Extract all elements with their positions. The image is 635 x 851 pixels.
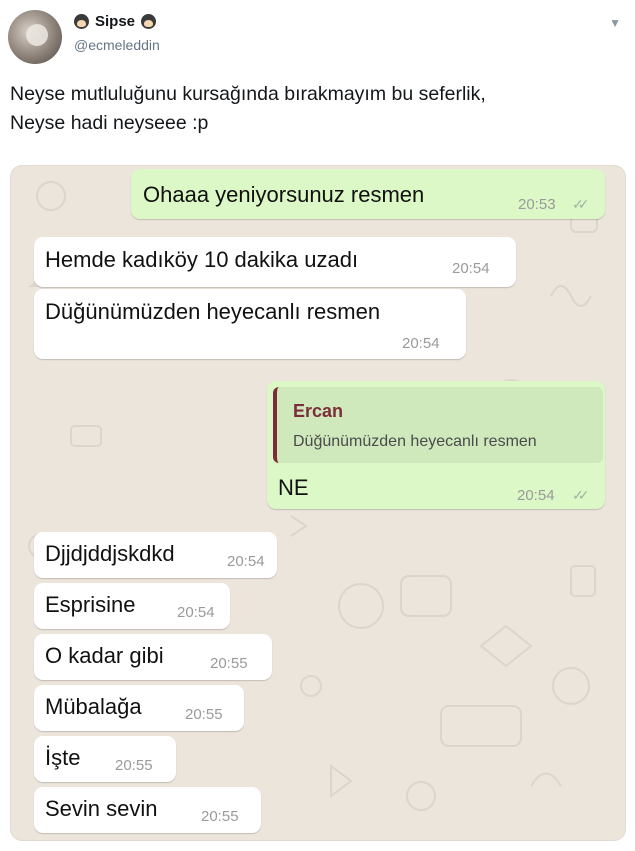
message-text: Mübalağa [45,694,142,719]
message-time: 20:54 [517,487,555,504]
incoming-message-bubble[interactable]: Düğünümüzden heyecanlı resmen 20:54 [34,289,466,359]
incoming-message-bubble[interactable]: Esprisine 20:54 [34,583,230,629]
avatar[interactable] [8,10,62,64]
message-time: 20:54 [452,260,490,277]
message-time: 20:55 [115,757,153,774]
display-name-row[interactable]: Sipse [74,13,157,30]
message-time: 20:55 [185,706,223,723]
message-time: 20:53 [518,196,556,213]
message-text: Sevin sevin [45,796,158,821]
tweet-text: Neyse mutluluğunu kursağında bırakmayım … [10,80,625,138]
emoji-icon [74,14,89,29]
tweet-text-line: Neyse mutluluğunu kursağında bırakmayım … [10,83,486,105]
quoted-sender-name: Ercan [293,401,344,421]
emoji-icon [141,14,157,29]
outgoing-message-bubble[interactable]: Ohaaa yeniyorsunuz resmen 20:53 ✓✓ [131,169,605,219]
incoming-message-bubble[interactable]: O kadar gibi 20:55 [34,634,272,680]
message-text: O kadar gibi [45,643,164,668]
chevron-down-icon[interactable]: ▼ [609,16,621,30]
incoming-message-bubble[interactable]: İşte 20:55 [34,736,176,782]
user-handle[interactable]: @ecmeleddin [74,37,160,53]
message-text: NE [278,475,309,500]
quoted-message[interactable]: Ercan Düğünümüzden heyecanlı resmen [273,387,603,463]
outgoing-reply-bubble[interactable]: Ercan Düğünümüzden heyecanlı resmen NE 2… [267,381,605,509]
message-time: 20:55 [201,808,239,825]
message-text: Esprisine [45,592,136,617]
message-text: Ohaaa yeniyorsunuz resmen [143,182,425,207]
tweet-header: Sipse @ecmeleddin ▼ [0,0,635,70]
quoted-message-text: Düğünümüzden heyecanlı resmen [293,433,537,450]
message-text: Djjdjddjskdkd [45,541,175,566]
display-name[interactable]: Sipse [95,13,135,30]
incoming-message-bubble[interactable]: Djjdjddjskdkd 20:54 [34,532,277,578]
incoming-message-bubble[interactable]: Mübalağa 20:55 [34,685,244,731]
message-text: Düğünümüzden heyecanlı resmen [45,299,381,324]
double-check-icon: ✓✓ [572,196,590,212]
message-time: 20:54 [402,335,440,352]
incoming-message-bubble[interactable]: Sevin sevin 20:55 [34,787,261,833]
message-time: 20:54 [227,553,265,570]
double-check-icon: ✓✓ [572,487,590,503]
message-time: 20:54 [177,604,215,621]
incoming-message-bubble[interactable]: Hemde kadıköy 10 dakika uzadı 20:54 [34,237,516,287]
chat-screenshot: Ohaaa yeniyorsunuz resmen 20:53 ✓✓ Hemde… [10,165,626,841]
tweet-text-line: Neyse hadi neyseee :p [10,112,209,134]
message-text: İşte [45,745,81,770]
message-time: 20:55 [210,655,248,672]
message-text: Hemde kadıköy 10 dakika uzadı [45,247,359,272]
